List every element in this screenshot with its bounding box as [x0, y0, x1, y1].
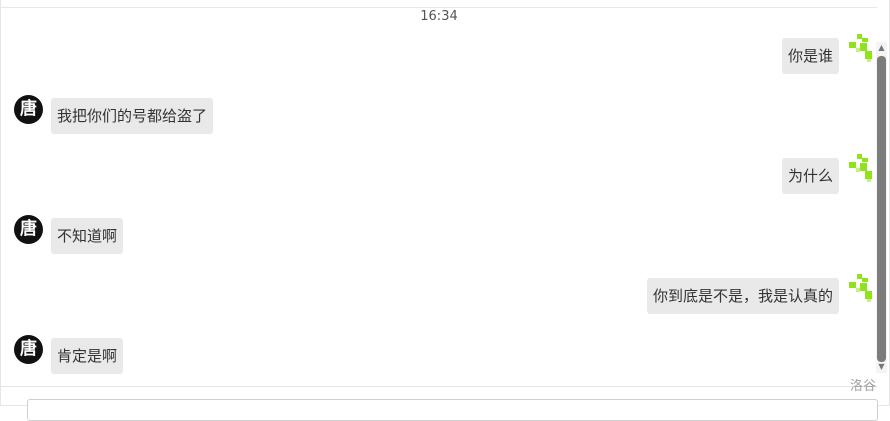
message-bubble: 我把你们的号都给盗了: [51, 98, 214, 134]
message-bubble: 你是谁: [781, 38, 839, 74]
bottom-divider: [1, 386, 877, 387]
message-bubble: 为什么: [781, 158, 839, 194]
green-pixel-avatar-icon: [849, 34, 872, 62]
message-bubble: 你到底是不是，我是认真的: [646, 278, 839, 314]
message-row: 你是谁: [1, 34, 877, 74]
message-row: 唐 不知道啊: [1, 215, 877, 254]
scrollbar-thumb[interactable]: [877, 56, 886, 362]
tang-avatar-icon: 唐: [14, 95, 43, 124]
green-pixel-avatar-icon: [849, 154, 872, 182]
message-bubble: 肯定是啊: [51, 338, 124, 374]
tang-avatar-icon: 唐: [14, 215, 43, 244]
message-row: 唐 我把你们的号都给盗了: [1, 95, 877, 134]
message-row: 你到底是不是，我是认真的: [1, 274, 877, 314]
message-bubble: 不知道啊: [51, 218, 124, 254]
message-row: 唐 肯定是啊: [1, 335, 877, 374]
scroll-down-arrow-icon[interactable]: ▼: [876, 361, 887, 373]
watermark: 洛谷: [849, 379, 876, 394]
chat-window: 16:34 你是谁 唐 我把你们的号都给盗了 为什么 唐 不知道啊 你到底是不是…: [0, 0, 890, 421]
scroll-up-arrow-icon[interactable]: ▲: [876, 42, 887, 54]
tang-avatar-icon: 唐: [14, 335, 43, 364]
message-input[interactable]: [27, 399, 878, 421]
vertical-scrollbar[interactable]: ▲ ▼: [876, 42, 887, 373]
message-row: 为什么: [1, 154, 877, 194]
message-list: 你是谁 唐 我把你们的号都给盗了 为什么 唐 不知道啊 你到底是不是，我是认真的…: [1, 0, 877, 386]
green-pixel-avatar-icon: [849, 274, 872, 302]
